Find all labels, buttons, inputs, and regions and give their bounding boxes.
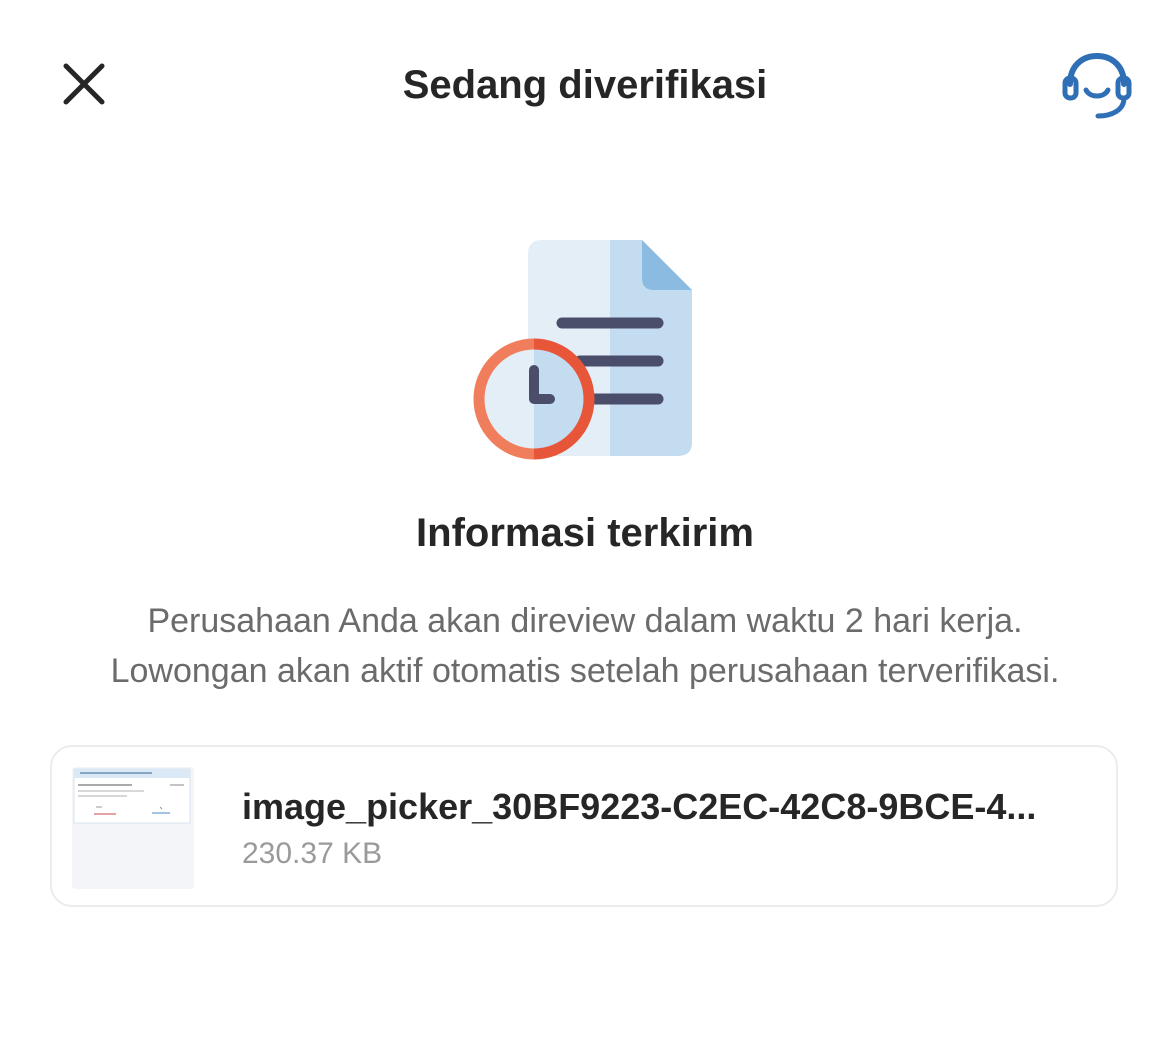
document-clock-icon <box>473 240 692 460</box>
status-title: Informasi terkirim <box>416 511 754 555</box>
headset-support-icon <box>1062 52 1132 119</box>
status-description: Perusahaan Anda akan direview dalam wakt… <box>40 596 1130 696</box>
status-description-line-1: Perusahaan Anda akan direview dalam wakt… <box>147 602 1023 640</box>
file-thumbnail <box>72 767 194 889</box>
page-title: Sedang diverifikasi <box>402 63 768 107</box>
support-button[interactable] <box>1060 52 1134 122</box>
file-size: 230.37 KB <box>242 837 383 870</box>
uploaded-file-card[interactable]: image_picker_30BF9223-C2EC-42C8-9BCE-4..… <box>50 745 1118 907</box>
header-bar: Sedang diverifikasi <box>0 0 1170 170</box>
document-clock-illustration <box>470 230 710 470</box>
image-thumbnail <box>72 767 194 889</box>
file-name: image_picker_30BF9223-C2EC-42C8-9BCE-4..… <box>242 786 1037 827</box>
status-description-line-2: Lowongan akan aktif otomatis setelah per… <box>110 652 1060 690</box>
